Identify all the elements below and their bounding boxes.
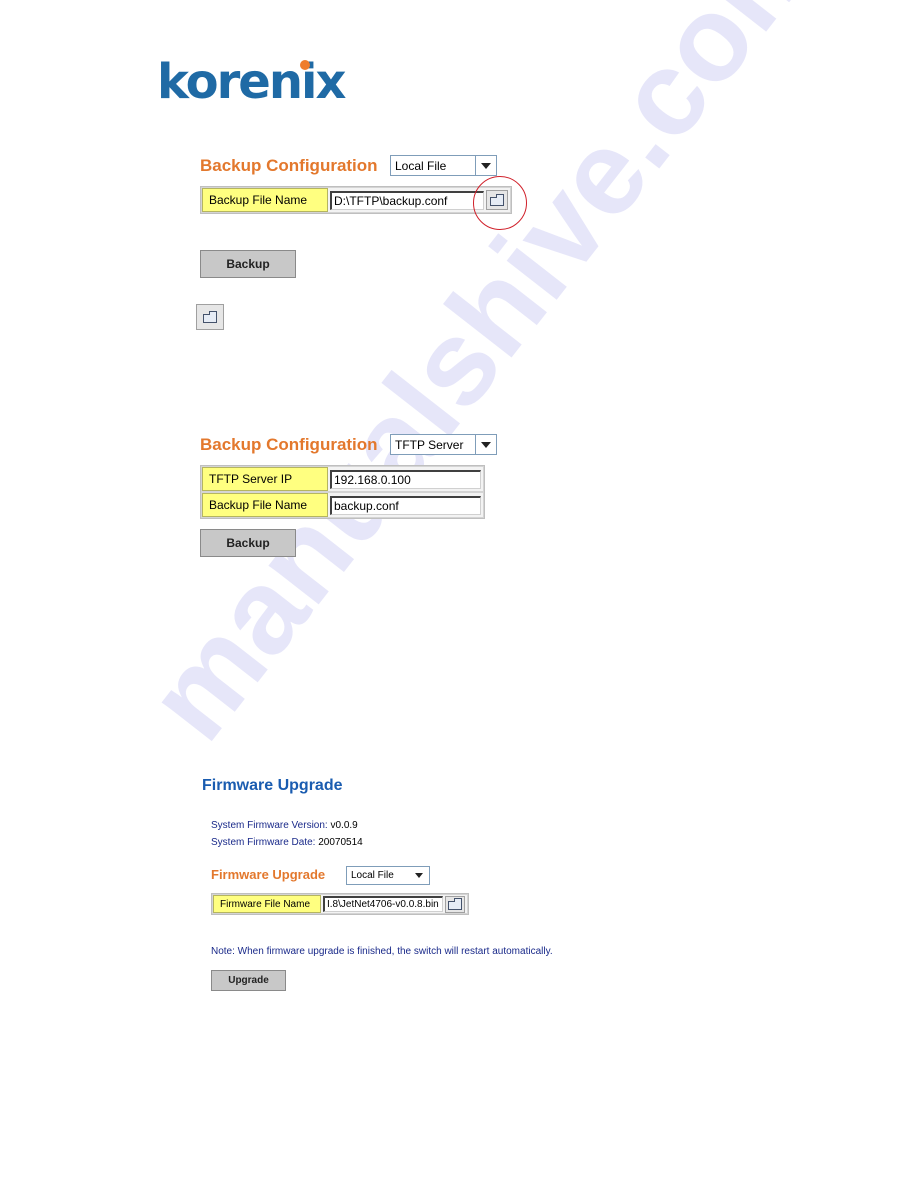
field-label: TFTP Server IP — [202, 467, 328, 491]
firmware-version-label: System Firmware Version: — [211, 820, 328, 831]
backup-heading-local: Backup Configuration — [200, 156, 378, 175]
upgrade-button[interactable]: Upgrade — [211, 970, 286, 991]
select-value: Local File — [391, 156, 476, 175]
browse-icon-example — [196, 304, 224, 330]
folder-icon — [203, 310, 217, 323]
backup-heading-tftp: Backup Configuration — [200, 435, 378, 454]
backup-mode-select-local[interactable]: Local File — [390, 155, 497, 176]
field-label: Firmware File Name — [213, 895, 321, 913]
firmware-file-input[interactable]: I.8\JetNet4706-v0.0.8.bin — [323, 896, 443, 912]
select-value: TFTP Server — [391, 435, 476, 454]
field-label: Backup File Name — [202, 188, 328, 212]
firmware-note: Note: When firmware upgrade is finished,… — [211, 946, 553, 957]
firmware-date-value: 20070514 — [318, 837, 363, 848]
chevron-down-icon[interactable] — [409, 867, 429, 884]
backup-button-local[interactable]: Backup — [200, 250, 296, 278]
chevron-down-icon[interactable] — [476, 156, 496, 175]
firmware-version-line: System Firmware Version: v0.0.9 — [211, 820, 358, 831]
firmware-form: Firmware File Name I.8\JetNet4706-v0.0.8… — [211, 893, 469, 915]
firmware-date-label: System Firmware Date: — [211, 837, 316, 848]
logo-dot — [300, 60, 310, 70]
firmware-heading: Firmware Upgrade — [211, 867, 326, 882]
backup-button-tftp[interactable]: Backup — [200, 529, 296, 557]
watermark: manualshive.com — [121, 0, 848, 764]
chevron-down-icon[interactable] — [476, 435, 496, 454]
backup-mode-select-tftp[interactable]: TFTP Server — [390, 434, 497, 455]
backup-local-form: Backup File Name D:\TFTP\backup.conf — [200, 186, 512, 214]
folder-icon — [448, 897, 462, 910]
backup-file-name-input[interactable]: backup.conf — [330, 495, 481, 515]
korenix-logo: korenix — [157, 54, 346, 110]
firmware-version-value: v0.0.9 — [330, 820, 358, 831]
field-label: Backup File Name — [202, 493, 328, 517]
form-row: Backup File Name backup.conf — [202, 493, 483, 517]
backup-tftp-form: TFTP Server IP 192.168.0.100 Backup File… — [200, 465, 485, 519]
firmware-page-title: Firmware Upgrade — [202, 777, 343, 794]
firmware-mode-select[interactable]: Local File — [346, 866, 430, 885]
firmware-date-line: System Firmware Date: 20070514 — [211, 837, 363, 848]
backup-file-input[interactable]: D:\TFTP\backup.conf — [330, 190, 484, 210]
select-value: Local File — [351, 870, 394, 881]
form-row: TFTP Server IP 192.168.0.100 — [202, 467, 483, 491]
tftp-server-ip-input[interactable]: 192.168.0.100 — [330, 469, 481, 489]
highlight-circle — [473, 176, 527, 230]
browse-button[interactable] — [445, 895, 465, 913]
